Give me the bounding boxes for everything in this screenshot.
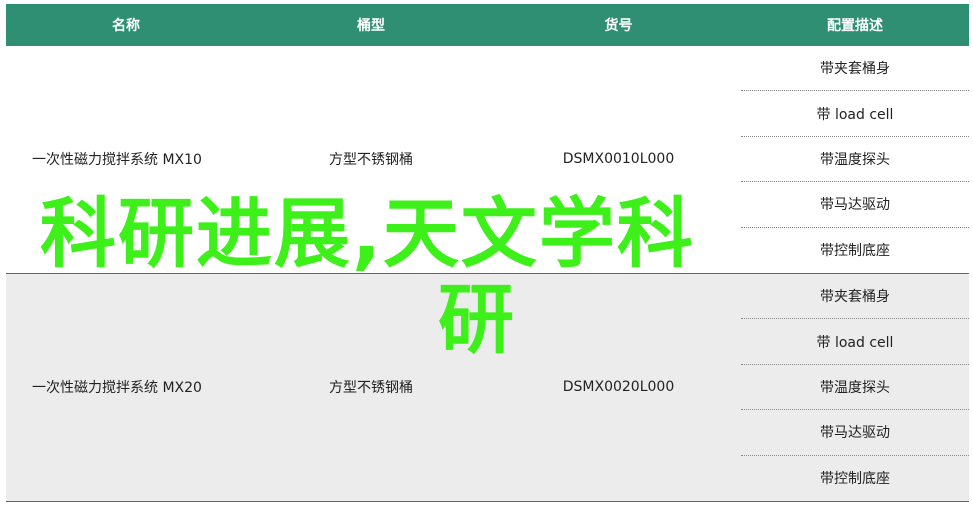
header-name: 名称: [112, 18, 140, 34]
config-item: 带马达驱动: [741, 410, 969, 456]
config-item: 带夹套桶身: [741, 46, 969, 92]
config-list: 带夹套桶身 带 load cell 带温度探头 带马达驱动 带控制底座: [741, 46, 969, 273]
config-item: 带马达驱动: [741, 182, 969, 228]
config-item: 带控制底座: [820, 243, 890, 260]
cell-name: 一次性磁力搅拌系统 MX10: [32, 152, 202, 169]
cell-barrel: 方型不锈钢桶: [329, 380, 413, 397]
cell-sku: DSMX0010L000: [562, 151, 675, 168]
spec-table: 名称 桶型 货号 配置描述 一次性磁力搅拌系统 MX10 方型不锈钢桶 DSMX…: [6, 4, 969, 502]
config-item: 带温度探头: [741, 137, 969, 183]
config-item: 带夹套桶身: [741, 274, 969, 320]
cell-sku: DSMX0020L000: [562, 379, 675, 396]
header-barrel: 桶型: [357, 18, 385, 34]
config-item: 带控制底座: [820, 471, 890, 488]
config-item: 带 load cell: [741, 319, 969, 365]
config-list: 带夹套桶身 带 load cell 带温度探头 带马达驱动 带控制底座: [741, 274, 969, 501]
table-header: 名称 桶型 货号 配置描述: [6, 4, 969, 46]
table-row-group-mx10: 一次性磁力搅拌系统 MX10 方型不锈钢桶 DSMX0010L000 带夹套桶身…: [6, 46, 969, 274]
config-item: 带温度探头: [741, 365, 969, 411]
table-row-group-mx20: 一次性磁力搅拌系统 MX20 方型不锈钢桶 DSMX0020L000 带夹套桶身…: [6, 273, 969, 502]
config-item: 带 load cell: [741, 91, 969, 137]
header-sku: 货号: [604, 18, 633, 34]
cell-barrel: 方型不锈钢桶: [329, 152, 413, 169]
header-config: 配置描述: [827, 18, 883, 34]
cell-name: 一次性磁力搅拌系统 MX20: [32, 380, 202, 397]
